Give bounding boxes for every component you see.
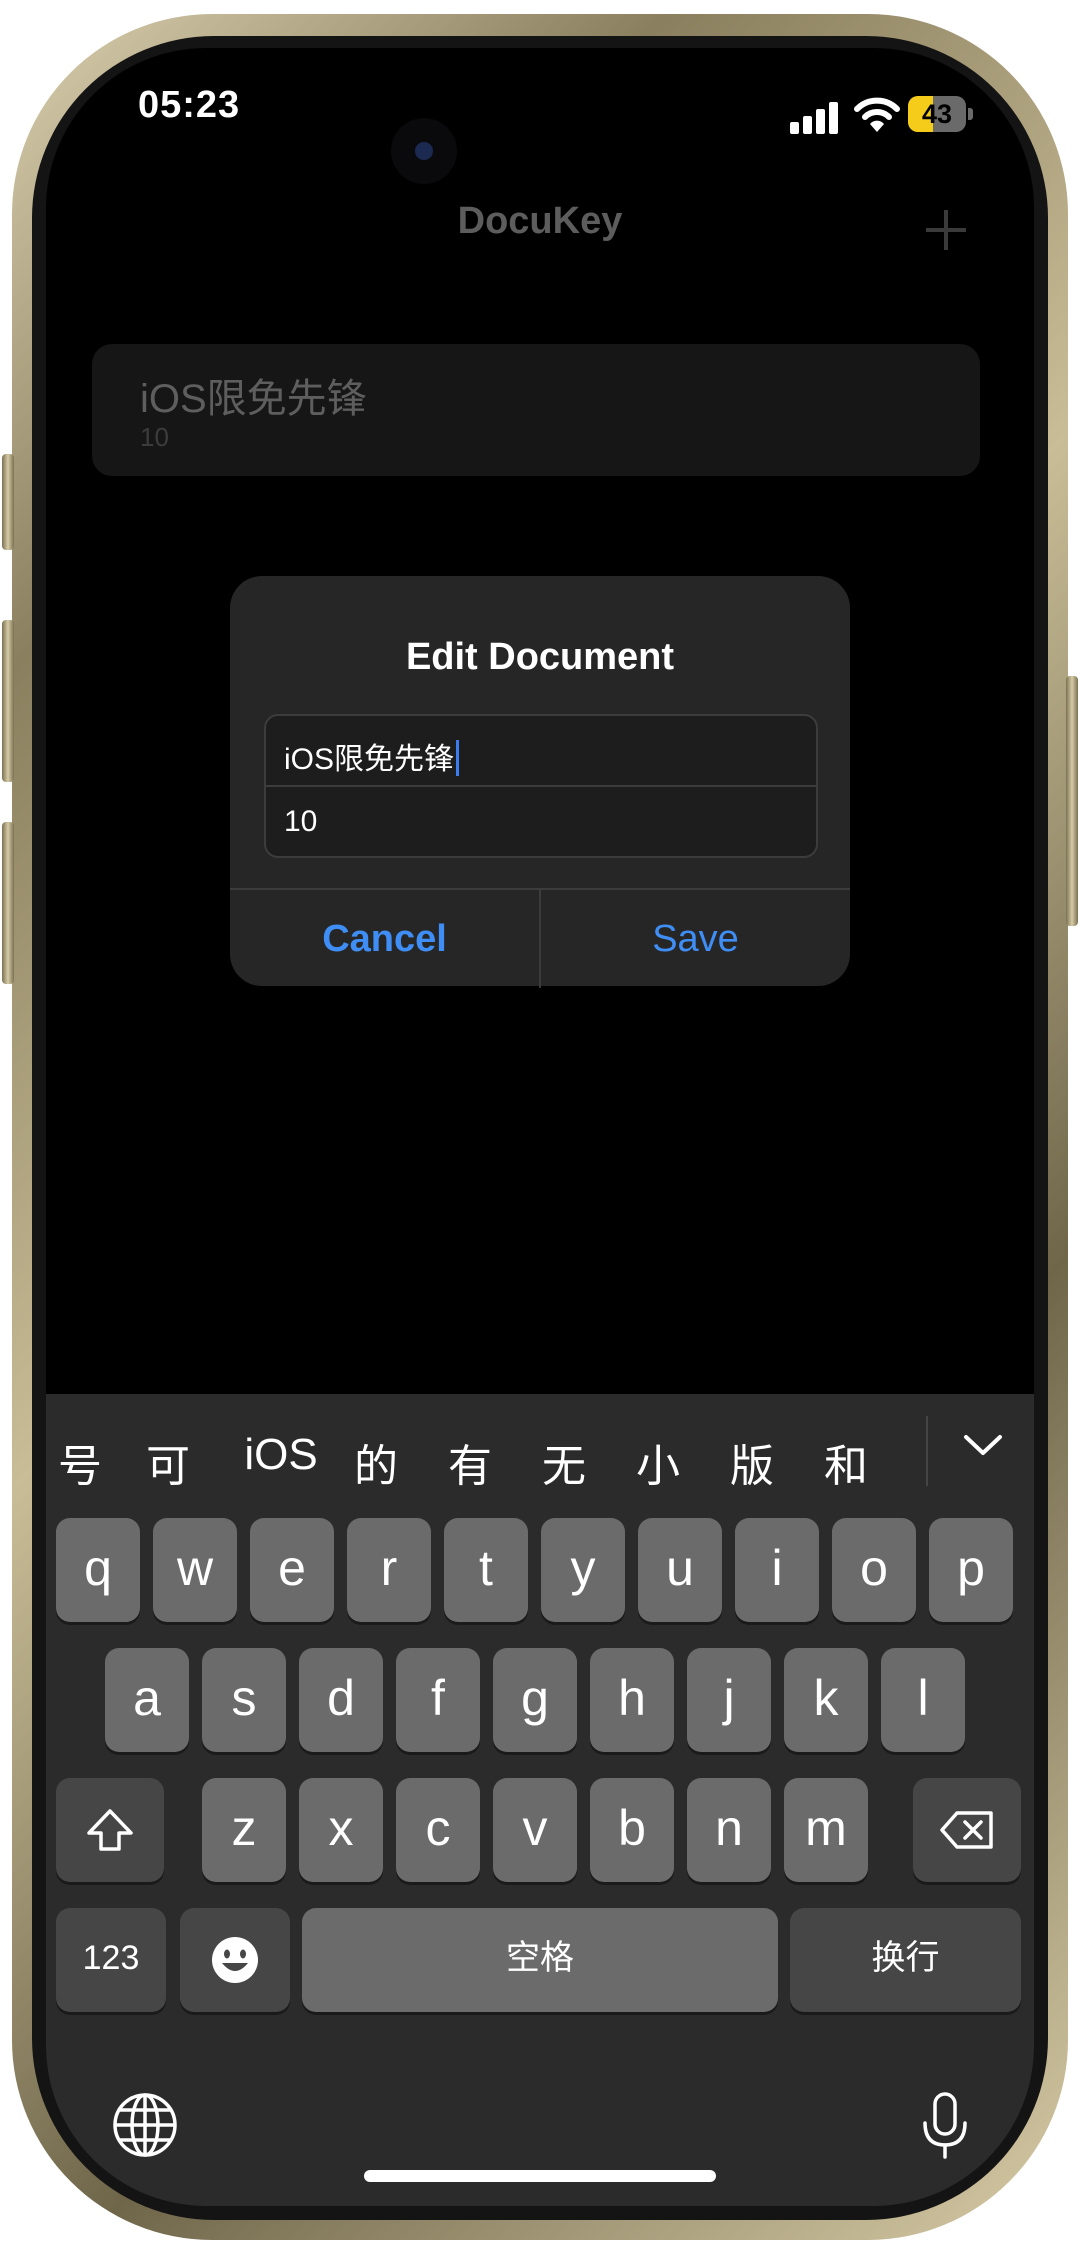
shift-key[interactable] <box>56 1778 164 1882</box>
key-c[interactable]: c <box>396 1778 480 1882</box>
numbers-key[interactable]: 123 <box>56 1908 166 2012</box>
candidate-word[interactable]: 小 <box>618 1430 698 1494</box>
emoji-icon <box>212 1937 258 1983</box>
app-title: DocuKey <box>457 200 623 242</box>
text-cursor <box>456 740 460 776</box>
cancel-button[interactable]: Cancel <box>230 890 541 988</box>
chevron-down-icon[interactable] <box>958 1420 1008 1470</box>
delete-icon <box>940 1811 993 1849</box>
plus-icon[interactable] <box>926 210 966 250</box>
candidate-word[interactable]: 号 <box>46 1430 120 1494</box>
space-key[interactable]: 空格 <box>302 1908 778 2012</box>
candidate-word[interactable]: 可 <box>128 1430 208 1494</box>
key-a[interactable]: a <box>105 1648 189 1752</box>
key-h[interactable]: h <box>590 1648 674 1752</box>
action-button <box>2 454 14 550</box>
key-x[interactable]: x <box>299 1778 383 1882</box>
home-indicator[interactable] <box>364 2170 716 2182</box>
globe-icon[interactable] <box>110 2090 180 2160</box>
candidate-word[interactable]: 版 <box>712 1430 792 1494</box>
dialog-fields: iOS限免先锋 10 <box>264 714 818 858</box>
key-q[interactable]: q <box>56 1518 140 1622</box>
volume-up-button <box>2 620 14 782</box>
key-i[interactable]: i <box>735 1518 819 1622</box>
candidate-word[interactable]: 和 <box>806 1430 886 1494</box>
document-name-field[interactable]: iOS限免先锋 <box>266 716 816 787</box>
power-button <box>1066 676 1078 926</box>
key-k[interactable]: k <box>784 1648 868 1752</box>
keyboard: 号 可 iOS 的 有 无 小 版 和 q w e r t y u i o p … <box>46 1394 1034 2206</box>
phone-screen: 05:23 43 DocuKey iOS限免先锋 10 Edit Documen… <box>46 48 1034 2206</box>
candidate-word[interactable]: 无 <box>524 1430 604 1494</box>
shift-icon <box>87 1809 133 1851</box>
battery-indicator: 43 <box>908 96 966 132</box>
emoji-key[interactable] <box>180 1908 290 2012</box>
document-row[interactable]: iOS限免先锋 10 <box>92 344 980 476</box>
key-n[interactable]: n <box>687 1778 771 1882</box>
return-key[interactable]: 换行 <box>790 1908 1021 2012</box>
candidate-bar: 号 可 iOS 的 有 无 小 版 和 <box>46 1394 1034 1514</box>
key-l[interactable]: l <box>881 1648 965 1752</box>
cellular-signal-icon <box>790 100 840 134</box>
volume-down-button <box>2 822 14 984</box>
document-count: 10 <box>140 422 169 452</box>
key-z[interactable]: z <box>202 1778 286 1882</box>
document-count-value: 10 <box>284 805 318 838</box>
wifi-icon <box>854 97 900 132</box>
key-r[interactable]: r <box>347 1518 431 1622</box>
key-y[interactable]: y <box>541 1518 625 1622</box>
candidate-word[interactable]: iOS <box>231 1430 331 1480</box>
dialog-title: Edit Document <box>405 636 675 678</box>
dialog-buttons: Cancel Save <box>230 888 850 988</box>
key-p[interactable]: p <box>929 1518 1013 1622</box>
candidate-divider <box>926 1416 928 1486</box>
dynamic-island <box>486 108 726 194</box>
save-button[interactable]: Save <box>541 890 850 988</box>
key-e[interactable]: e <box>250 1518 334 1622</box>
key-g[interactable]: g <box>493 1648 577 1752</box>
document-count-field[interactable]: 10 <box>266 787 816 856</box>
key-t[interactable]: t <box>444 1518 528 1622</box>
document-name: iOS限免先锋 <box>140 377 367 421</box>
key-j[interactable]: j <box>687 1648 771 1752</box>
key-v[interactable]: v <box>493 1778 577 1882</box>
key-s[interactable]: s <box>202 1648 286 1752</box>
candidate-word[interactable]: 有 <box>430 1430 510 1494</box>
key-m[interactable]: m <box>784 1778 868 1882</box>
status-time: 05:23 <box>138 84 241 126</box>
battery-tip <box>968 108 973 120</box>
battery-level: 43 <box>921 99 953 129</box>
document-name-value: iOS限免先锋 <box>284 743 455 776</box>
delete-key[interactable] <box>913 1778 1021 1882</box>
front-camera <box>391 118 457 184</box>
microphone-icon[interactable] <box>910 2090 980 2160</box>
key-o[interactable]: o <box>832 1518 916 1622</box>
key-u[interactable]: u <box>638 1518 722 1622</box>
edit-document-dialog: Edit Document iOS限免先锋 10 Cancel Save <box>230 576 850 988</box>
key-b[interactable]: b <box>590 1778 674 1882</box>
key-f[interactable]: f <box>396 1648 480 1752</box>
key-d[interactable]: d <box>299 1648 383 1752</box>
candidate-word[interactable]: 的 <box>336 1430 416 1494</box>
key-w[interactable]: w <box>153 1518 237 1622</box>
